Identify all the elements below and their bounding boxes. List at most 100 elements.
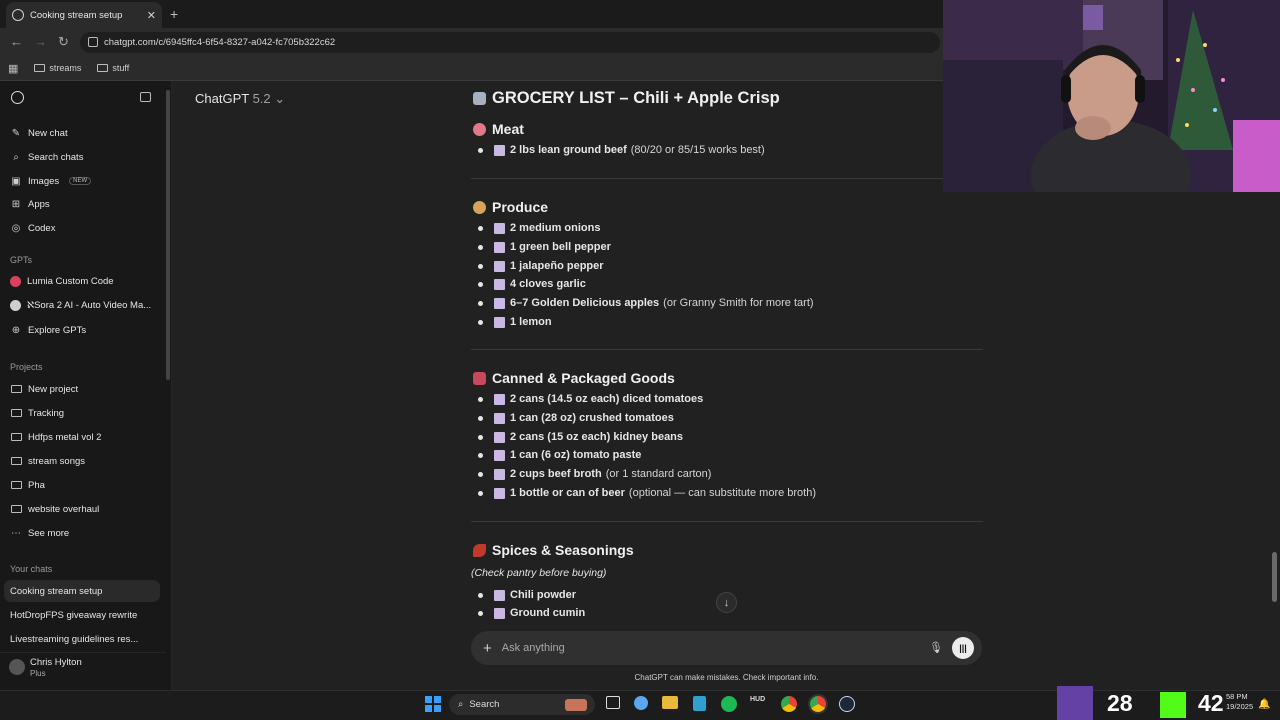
sidebar-item-lumia-custom-code[interactable]: Lumia Custom Code [10, 276, 114, 287]
avatar [9, 659, 25, 675]
microphone-icon[interactable]: 🎙 [929, 641, 943, 654]
browser-tab[interactable]: Cooking stream setup ✕ [6, 2, 162, 28]
sidebar-item-sora[interactable]: ℵSora 2 AI - Auto Video Ma... [10, 300, 151, 311]
kick-viewer-count: 42 [1198, 690, 1224, 716]
edit-icon: ✎ [11, 127, 21, 139]
chatgpt-favicon-icon [12, 9, 24, 21]
prompt-input[interactable]: Ask anything [502, 642, 565, 654]
arrow-down-icon: ↓ [723, 596, 730, 609]
back-icon[interactable]: ← [10, 34, 23, 49]
webcam-image [943, 0, 1280, 192]
sidebar-item-apps[interactable]: ⊞ Apps [10, 198, 50, 210]
chat-item[interactable]: Livestreaming guidelines res... [10, 634, 138, 645]
checkbox-icon [494, 260, 505, 272]
main-scrollbar[interactable] [1272, 552, 1277, 602]
chat-item[interactable]: HotDropFPS giveaway rewrite [10, 610, 137, 621]
page-title: GROCERY LIST – Chili + Apple Crisp [473, 89, 780, 108]
start-icon[interactable] [425, 696, 441, 712]
apps-grid-icon[interactable]: ▦ [8, 62, 18, 75]
bookmark-streams[interactable]: streams [34, 63, 81, 73]
collapse-sidebar-icon[interactable] [140, 92, 151, 102]
notepad-icon[interactable] [693, 696, 706, 711]
more-dots-icon: ⋯ [11, 527, 21, 539]
chrome-active-icon[interactable] [810, 696, 826, 712]
sidebar-item-new-project[interactable]: New project [10, 383, 78, 395]
divider [471, 521, 983, 522]
system-clock[interactable]: 58 PM 19/2025 [1226, 692, 1253, 712]
list-item: Ground cumin [478, 607, 589, 619]
steam-icon[interactable] [839, 696, 855, 712]
list-item: 1 jalapeño pepper [478, 260, 608, 272]
list-item: 1 can (28 oz) crushed tomatoes [478, 412, 678, 424]
new-tab-icon[interactable]: + [170, 6, 178, 22]
sidebar-item-project[interactable]: Pha [10, 479, 45, 491]
onion-emoji-icon [473, 200, 486, 214]
list-item: 2 lbs lean ground beef (80/20 or 85/15 wo… [478, 144, 765, 156]
list-item: 1 lemon [478, 316, 556, 328]
spotify-icon[interactable] [721, 696, 737, 712]
divider [471, 178, 983, 179]
scroll-to-bottom-button[interactable]: ↓ [716, 592, 737, 613]
search-highlight-icon [565, 698, 587, 711]
folder-icon [10, 455, 22, 467]
plus-icon[interactable]: + [483, 640, 492, 657]
search-icon: ⌕ [13, 151, 19, 163]
sidebar-item-project[interactable]: Tracking [10, 407, 64, 419]
close-tab-icon[interactable]: ✕ [147, 9, 156, 22]
hud-app-icon[interactable]: HUD [750, 696, 768, 712]
new-badge: NEW [69, 177, 92, 185]
can-emoji-icon [473, 371, 486, 385]
reload-icon[interactable]: ↻ [58, 34, 69, 50]
checkbox-icon [494, 468, 505, 480]
search-icon: ⌕ [458, 699, 464, 710]
folder-icon [97, 64, 109, 72]
image-icon: ▣ [11, 175, 21, 187]
url-field[interactable]: chatgpt.com/c/6945ffc4-6f54-8327-a042-fc… [80, 32, 940, 53]
chrome-icon[interactable] [781, 696, 797, 712]
sidebar-scrollbar[interactable] [166, 90, 170, 380]
checkbox-icon [494, 589, 505, 601]
bookmark-stuff[interactable]: stuff [97, 63, 129, 73]
copilot-icon[interactable] [634, 696, 648, 710]
list-item: 2 cans (15 oz each) kidney beans [478, 431, 687, 443]
list-item: Chili powder [478, 589, 580, 601]
voice-mode-button[interactable]: ||| [952, 637, 974, 659]
checkbox-icon [494, 412, 505, 424]
checkbox-icon [494, 144, 505, 156]
chevron-down-icon: ⌄ [274, 91, 286, 106]
composer[interactable]: + Ask anything [471, 631, 982, 665]
sidebar-item-codex[interactable]: ◎ Codex [10, 222, 56, 234]
task-view-icon[interactable] [606, 696, 620, 709]
folder-icon [10, 431, 22, 443]
taskbar-search[interactable]: ⌕ Search [449, 694, 595, 715]
user-menu[interactable] [0, 652, 166, 690]
sidebar-item-project[interactable]: stream songs [10, 455, 85, 467]
list-item: 1 bottle or can of beer (optional — can s… [478, 487, 816, 499]
checkbox-icon [494, 487, 505, 499]
forward-icon[interactable]: → [34, 34, 47, 49]
section-heading-canned-goods: Canned & Packaged Goods [473, 370, 675, 386]
site-info-icon[interactable] [88, 37, 98, 47]
sidebar-item-new-chat[interactable]: ✎ New chat [10, 127, 68, 139]
checkbox-icon [494, 297, 505, 309]
divider [471, 349, 983, 350]
kick-icon [1160, 692, 1186, 718]
sidebar-item-project[interactable]: website overhaul [10, 503, 99, 515]
openai-logo-icon[interactable] [11, 91, 24, 104]
model-selector[interactable]: ChatGPT 5.2 ⌄ [195, 91, 285, 107]
sidebar-item-search-chats[interactable]: ⌕ Search chats [10, 151, 83, 163]
file-explorer-icon[interactable] [662, 696, 678, 709]
sidebar-item-see-more[interactable]: ⋯ See more [10, 527, 69, 539]
chat-item-active[interactable]: Cooking stream setup [10, 586, 102, 597]
sidebar-item-images[interactable]: ▣ Images NEW [10, 175, 92, 187]
checkbox-icon [494, 431, 505, 443]
notification-bell-icon[interactable]: 🔔 [1258, 699, 1270, 710]
section-heading-meat: Meat [473, 121, 524, 137]
section-heading-spices: Spices & Seasonings [473, 542, 634, 558]
sidebar-item-explore-gpts[interactable]: ⊕ Explore GPTs [10, 324, 86, 336]
checkbox-icon [494, 449, 505, 461]
codex-icon: ◎ [11, 222, 21, 234]
sidebar-item-project[interactable]: Hdfps metal vol 2 [10, 431, 101, 443]
folder-icon [10, 407, 22, 419]
webcam-overlay [943, 0, 1280, 192]
